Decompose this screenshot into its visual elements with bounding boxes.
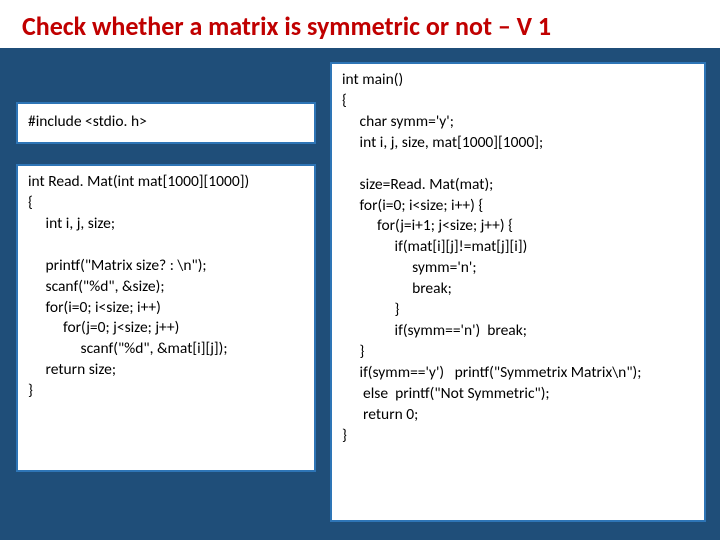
code-box-main: int main() { char symm='y'; int i, j, si…	[330, 62, 706, 522]
code-box-readmat: int Read. Mat(int mat[1000][1000]) { int…	[16, 164, 316, 472]
content-area: #include <stdio. h> int Read. Mat(int ma…	[0, 48, 720, 540]
code-box-include: #include <stdio. h>	[16, 102, 316, 144]
slide-title: Check whether a matrix is symmetric or n…	[0, 0, 720, 48]
